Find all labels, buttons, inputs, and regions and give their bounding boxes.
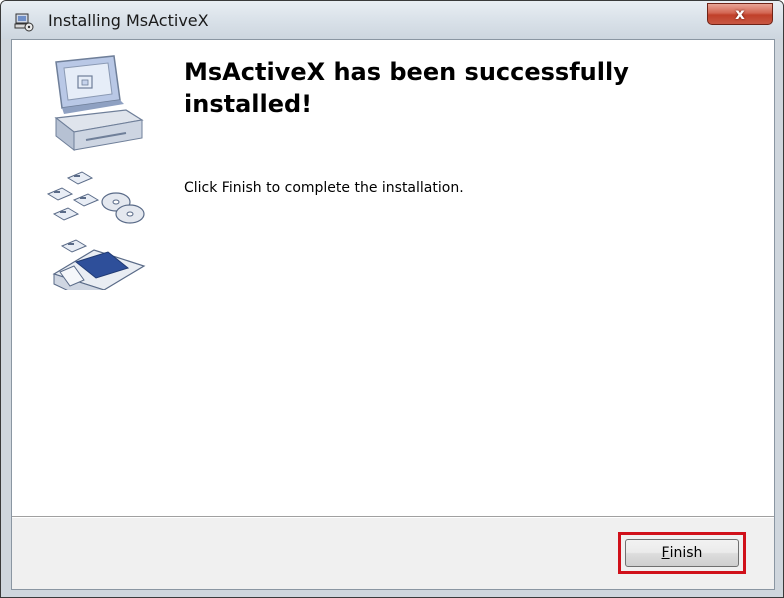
- finish-mnemonic: F: [661, 545, 670, 561]
- installer-window: Installing MsActiveX x MsActiveX has bee…: [0, 0, 784, 598]
- wizard-content: MsActiveX has been successfully installe…: [12, 40, 774, 516]
- finish-highlight-box: Finish: [618, 532, 746, 574]
- window-title: Installing MsActiveX: [48, 11, 209, 30]
- close-button[interactable]: x: [707, 3, 773, 25]
- finish-button[interactable]: Finish: [625, 539, 739, 567]
- success-heading: MsActiveX has been successfully installe…: [184, 58, 629, 118]
- title-bar[interactable]: Installing MsActiveX x: [1, 1, 783, 39]
- installer-illustration: [46, 55, 146, 290]
- finish-label-rest: inish: [669, 545, 703, 561]
- setup-icon: [14, 13, 34, 32]
- close-icon: x: [735, 5, 745, 23]
- instruction-text: Click Finish to complete the installatio…: [184, 180, 464, 196]
- button-bar: Finish: [12, 518, 774, 589]
- wizard-client-area: MsActiveX has been successfully installe…: [11, 39, 775, 590]
